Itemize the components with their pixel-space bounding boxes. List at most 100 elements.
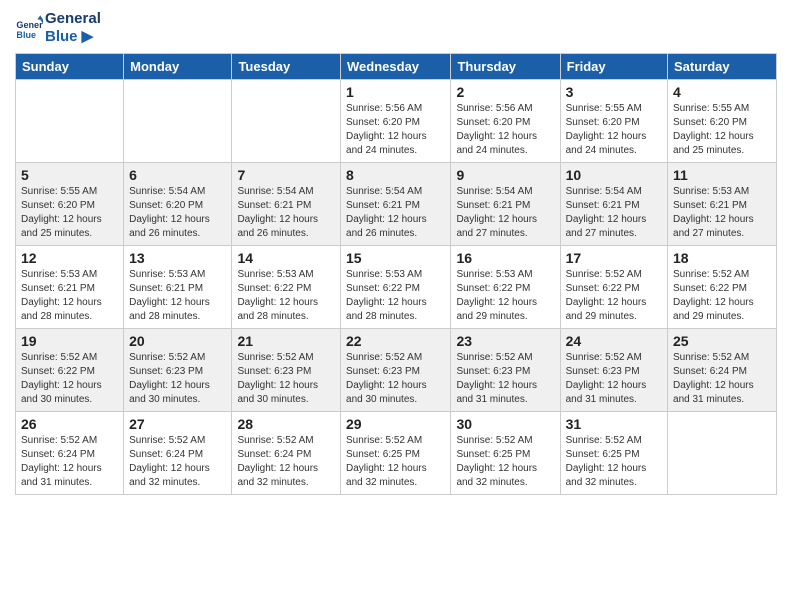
calendar-cell	[232, 80, 341, 163]
weekday-header-sunday: Sunday	[16, 54, 124, 80]
calendar: SundayMondayTuesdayWednesdayThursdayFrid…	[15, 53, 777, 495]
day-info: Sunrise: 5:52 AM Sunset: 6:24 PM Dayligh…	[129, 434, 226, 490]
calendar-cell: 23 Sunrise: 5:52 AM Sunset: 6:23 PM Dayli…	[451, 329, 560, 412]
calendar-cell: 24Sunrise: 5:52 AM Sunset: 6:23 PM Dayli…	[560, 329, 667, 412]
logo-general: General	[45, 10, 101, 27]
day-number: 23	[456, 333, 554, 349]
day-info: Sunrise: 5:53 AM Sunset: 6:22 PM Dayligh…	[237, 268, 335, 324]
day-info: Sunrise: 5:54 AM Sunset: 6:20 PM Dayligh…	[129, 185, 226, 241]
calendar-cell: 31Sunrise: 5:52 AM Sunset: 6:25 PM Dayli…	[560, 412, 667, 495]
calendar-cell: 15Sunrise: 5:53 AM Sunset: 6:22 PM Dayli…	[341, 246, 451, 329]
day-number: 27	[129, 416, 226, 432]
calendar-cell: 29 Sunrise: 5:52 AM Sunset: 6:25 PM Dayli…	[341, 412, 451, 495]
weekday-header-thursday: Thursday	[451, 54, 560, 80]
weekday-header-wednesday: Wednesday	[341, 54, 451, 80]
day-info: Sunrise: 5:54 AM Sunset: 6:21 PM Dayligh…	[237, 185, 335, 241]
day-info: Sunrise: 5:53 AM Sunset: 6:21 PM Dayligh…	[673, 185, 771, 241]
logo: General Blue General Blue ▶	[15, 10, 101, 45]
day-info: Sunrise: 5:52 AM Sunset: 6:23 PM Dayligh…	[456, 351, 554, 407]
calendar-cell: 25 Sunrise: 5:52 AM Sunset: 6:24 PM Dayli…	[668, 329, 777, 412]
calendar-cell: 4 Sunrise: 5:55 AM Sunset: 6:20 PM Daylig…	[668, 80, 777, 163]
page: General Blue General Blue ▶ SundayMonday…	[0, 0, 792, 505]
day-info: Sunrise: 5:52 AM Sunset: 6:23 PM Dayligh…	[129, 351, 226, 407]
day-info: Sunrise: 5:52 AM Sunset: 6:22 PM Dayligh…	[673, 268, 771, 324]
day-number: 29	[346, 416, 445, 432]
day-info: Sunrise: 5:52 AM Sunset: 6:24 PM Dayligh…	[237, 434, 335, 490]
day-info: Sunrise: 5:52 AM Sunset: 6:22 PM Dayligh…	[566, 268, 662, 324]
calendar-cell: 3 Sunrise: 5:55 AM Sunset: 6:20 PM Daylig…	[560, 80, 667, 163]
day-number: 10	[566, 167, 662, 183]
day-number: 19	[21, 333, 118, 349]
calendar-cell	[124, 80, 232, 163]
weekday-header-tuesday: Tuesday	[232, 54, 341, 80]
weekday-header-friday: Friday	[560, 54, 667, 80]
day-number: 12	[21, 250, 118, 266]
calendar-cell: 16Sunrise: 5:53 AM Sunset: 6:22 PM Dayli…	[451, 246, 560, 329]
weekday-header-saturday: Saturday	[668, 54, 777, 80]
day-info: Sunrise: 5:56 AM Sunset: 6:20 PM Dayligh…	[346, 102, 445, 158]
day-number: 17	[566, 250, 662, 266]
day-info: Sunrise: 5:52 AM Sunset: 6:23 PM Dayligh…	[346, 351, 445, 407]
day-info: Sunrise: 5:52 AM Sunset: 6:22 PM Dayligh…	[21, 351, 118, 407]
week-row-4: 26 Sunrise: 5:52 AM Sunset: 6:24 PM Dayli…	[16, 412, 777, 495]
calendar-cell: 26Sunrise: 5:52 AM Sunset: 6:24 PM Dayli…	[16, 412, 124, 495]
calendar-cell: 19 Sunrise: 5:52 AM Sunset: 6:22 PM Dayli…	[16, 329, 124, 412]
calendar-cell: 17 Sunrise: 5:52 AM Sunset: 6:22 PM Dayli…	[560, 246, 667, 329]
calendar-cell: 12 Sunrise: 5:53 AM Sunset: 6:21 PM Dayli…	[16, 246, 124, 329]
logo-icon: General Blue	[15, 14, 43, 42]
week-row-1: 5Sunrise: 5:55 AM Sunset: 6:20 PM Daylig…	[16, 163, 777, 246]
day-info: Sunrise: 5:53 AM Sunset: 6:21 PM Dayligh…	[21, 268, 118, 324]
calendar-cell: 28 Sunrise: 5:52 AM Sunset: 6:24 PM Dayli…	[232, 412, 341, 495]
day-info: Sunrise: 5:56 AM Sunset: 6:20 PM Dayligh…	[456, 102, 554, 158]
day-info: Sunrise: 5:52 AM Sunset: 6:25 PM Dayligh…	[456, 434, 554, 490]
day-info: Sunrise: 5:54 AM Sunset: 6:21 PM Dayligh…	[346, 185, 445, 241]
week-row-3: 19 Sunrise: 5:52 AM Sunset: 6:22 PM Dayli…	[16, 329, 777, 412]
day-info: Sunrise: 5:54 AM Sunset: 6:21 PM Dayligh…	[456, 185, 554, 241]
calendar-cell	[668, 412, 777, 495]
header: General Blue General Blue ▶	[15, 10, 777, 45]
day-number: 30	[456, 416, 554, 432]
calendar-cell: 18 Sunrise: 5:52 AM Sunset: 6:22 PM Dayli…	[668, 246, 777, 329]
day-number: 14	[237, 250, 335, 266]
day-number: 3	[566, 84, 662, 100]
calendar-cell: 8 Sunrise: 5:54 AM Sunset: 6:21 PM Daylig…	[341, 163, 451, 246]
day-info: Sunrise: 5:52 AM Sunset: 6:23 PM Dayligh…	[566, 351, 662, 407]
week-row-0: 1Sunrise: 5:56 AM Sunset: 6:20 PM Daylig…	[16, 80, 777, 163]
day-number: 21	[237, 333, 335, 349]
calendar-cell	[16, 80, 124, 163]
calendar-cell: 10 Sunrise: 5:54 AM Sunset: 6:21 PM Dayli…	[560, 163, 667, 246]
day-number: 26	[21, 416, 118, 432]
day-number: 18	[673, 250, 771, 266]
day-number: 5	[21, 167, 118, 183]
weekday-header-row: SundayMondayTuesdayWednesdayThursdayFrid…	[16, 54, 777, 80]
day-number: 8	[346, 167, 445, 183]
day-number: 9	[456, 167, 554, 183]
day-info: Sunrise: 5:52 AM Sunset: 6:25 PM Dayligh…	[346, 434, 445, 490]
day-info: Sunrise: 5:55 AM Sunset: 6:20 PM Dayligh…	[673, 102, 771, 158]
calendar-cell: 1Sunrise: 5:56 AM Sunset: 6:20 PM Daylig…	[341, 80, 451, 163]
day-number: 28	[237, 416, 335, 432]
calendar-cell: 11Sunrise: 5:53 AM Sunset: 6:21 PM Dayli…	[668, 163, 777, 246]
weekday-header-monday: Monday	[124, 54, 232, 80]
calendar-cell: 7 Sunrise: 5:54 AM Sunset: 6:21 PM Daylig…	[232, 163, 341, 246]
day-number: 22	[346, 333, 445, 349]
day-number: 16	[456, 250, 554, 266]
day-number: 31	[566, 416, 662, 432]
day-number: 4	[673, 84, 771, 100]
calendar-cell: 5Sunrise: 5:55 AM Sunset: 6:20 PM Daylig…	[16, 163, 124, 246]
calendar-cell: 2Sunrise: 5:56 AM Sunset: 6:20 PM Daylig…	[451, 80, 560, 163]
day-info: Sunrise: 5:52 AM Sunset: 6:24 PM Dayligh…	[673, 351, 771, 407]
day-number: 13	[129, 250, 226, 266]
calendar-cell: 27 Sunrise: 5:52 AM Sunset: 6:24 PM Dayli…	[124, 412, 232, 495]
day-info: Sunrise: 5:55 AM Sunset: 6:20 PM Dayligh…	[566, 102, 662, 158]
day-info: Sunrise: 5:54 AM Sunset: 6:21 PM Dayligh…	[566, 185, 662, 241]
calendar-cell: 9 Sunrise: 5:54 AM Sunset: 6:21 PM Daylig…	[451, 163, 560, 246]
calendar-cell: 14 Sunrise: 5:53 AM Sunset: 6:22 PM Dayli…	[232, 246, 341, 329]
day-number: 25	[673, 333, 771, 349]
day-info: Sunrise: 5:53 AM Sunset: 6:22 PM Dayligh…	[346, 268, 445, 324]
calendar-cell: 22 Sunrise: 5:52 AM Sunset: 6:23 PM Dayli…	[341, 329, 451, 412]
day-number: 20	[129, 333, 226, 349]
week-row-2: 12 Sunrise: 5:53 AM Sunset: 6:21 PM Dayli…	[16, 246, 777, 329]
svg-text:General: General	[16, 20, 43, 30]
day-number: 7	[237, 167, 335, 183]
